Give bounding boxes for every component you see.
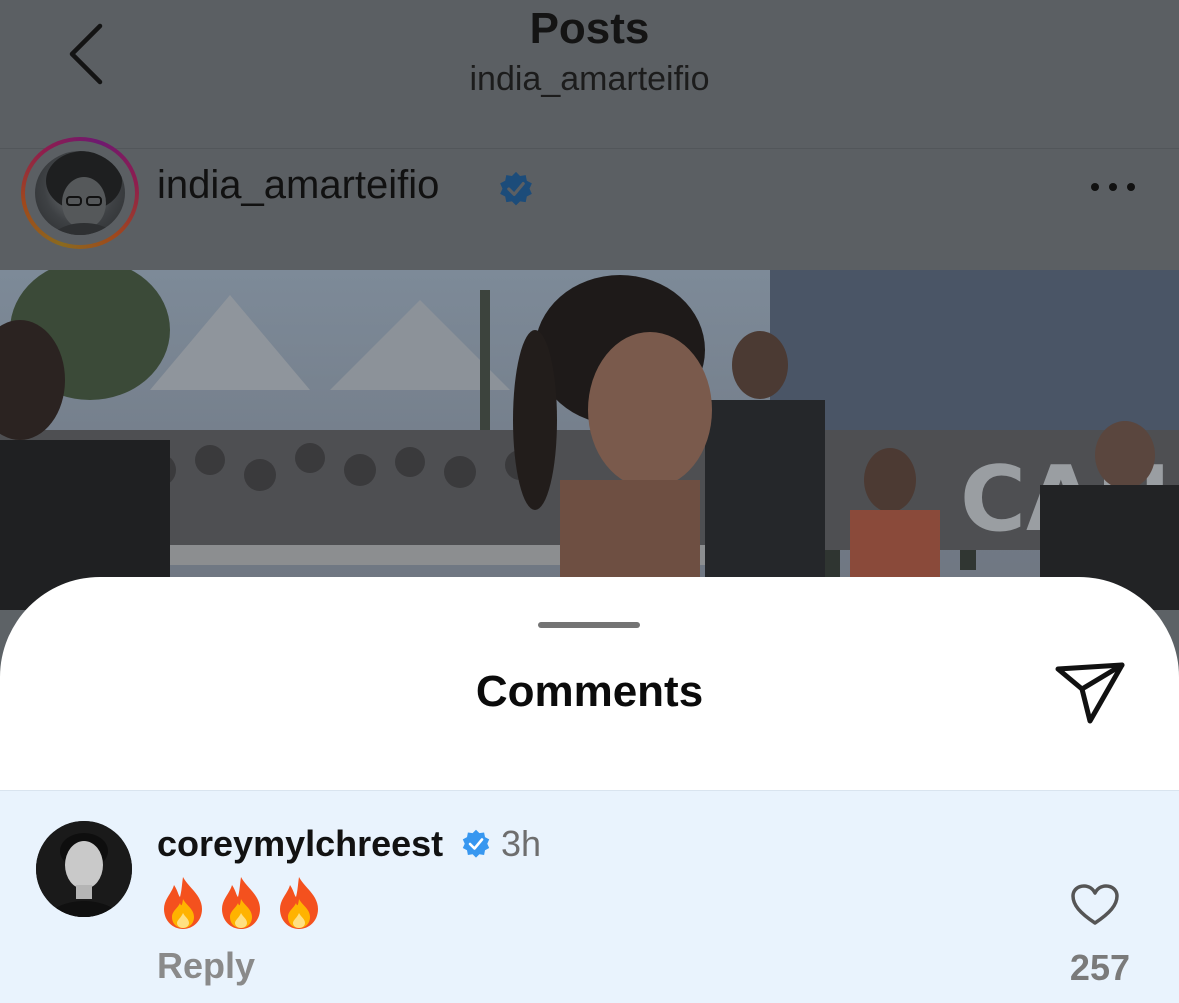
verified-badge-icon (500, 171, 532, 206)
more-horizontal-icon (1091, 183, 1135, 191)
author-avatar-story-ring[interactable] (21, 137, 139, 249)
commenter-avatar[interactable] (36, 821, 132, 917)
send-icon (1055, 662, 1125, 724)
top-nav-bar: Posts india_amarteifio (0, 0, 1179, 149)
post-author-username[interactable]: india_amarteifio (157, 163, 439, 208)
sheet-drag-handle[interactable] (538, 622, 640, 628)
commenter-username[interactable]: coreymylchreest (157, 823, 443, 865)
reply-button[interactable]: Reply (157, 945, 255, 987)
comment-row: coreymylchreest 3h Reply 257 (0, 790, 1179, 1003)
author-avatar[interactable] (35, 151, 125, 235)
verified-badge-icon (462, 829, 490, 858)
more-options-button[interactable] (1086, 175, 1140, 199)
fire-emoji-icon (280, 877, 318, 929)
comments-title: Comments (475, 667, 704, 716)
share-button[interactable] (1052, 659, 1130, 727)
post-image[interactable]: CAN (0, 270, 1179, 610)
comment-timestamp: 3h (501, 823, 542, 864)
comment-text (158, 875, 324, 931)
like-comment-button[interactable] (1070, 883, 1120, 927)
fire-emoji-icon (164, 877, 202, 929)
heart-icon (1071, 884, 1119, 925)
page-subtitle: india_amarteifio (469, 60, 710, 98)
post-header: india_amarteifio (0, 137, 1179, 270)
comment-like-count: 257 (1069, 947, 1130, 988)
page-title: Posts (529, 4, 650, 53)
fire-emoji-icon (222, 877, 260, 929)
